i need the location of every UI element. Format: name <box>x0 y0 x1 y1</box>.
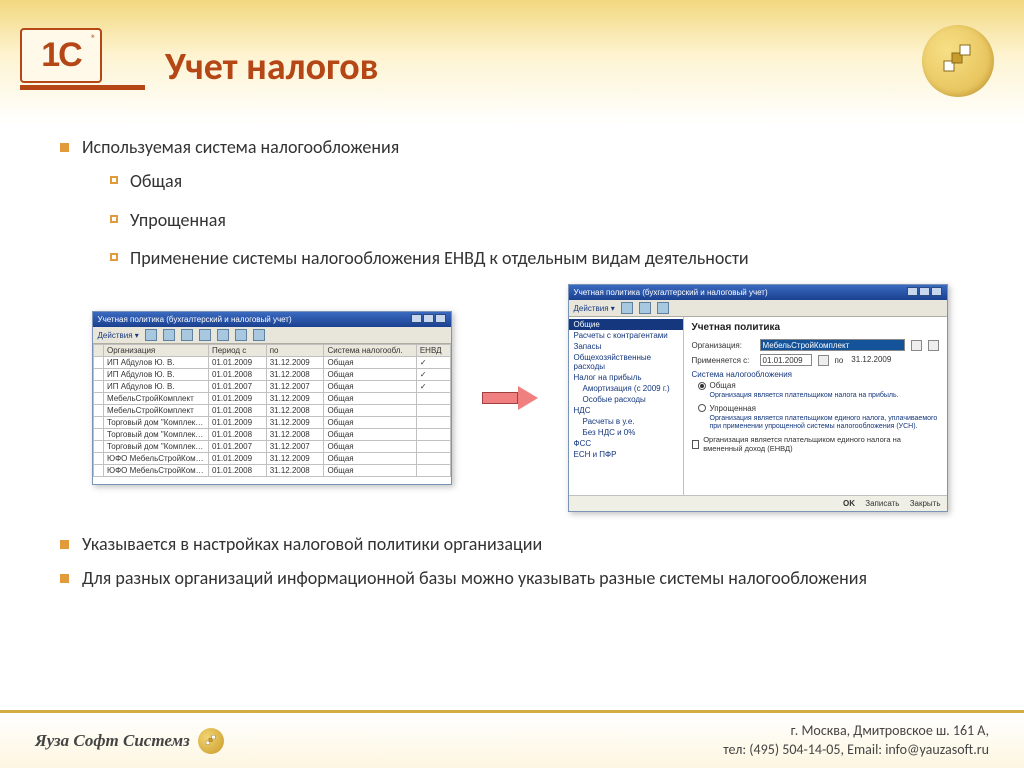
ok-button[interactable]: OK <box>843 499 855 508</box>
radio-label: Упрощенная <box>710 404 757 413</box>
toolbar-icon[interactable] <box>639 302 651 314</box>
policy-table[interactable]: Организация Период с по Система налогооб… <box>93 344 451 477</box>
window-body: Организация Период с по Система налогооб… <box>93 344 451 484</box>
table-row[interactable]: МебельСтройКомплект01.01.200831.12.2008О… <box>93 405 450 417</box>
window-title-bar: Учетная политика (бухгалтерский и налого… <box>569 285 947 300</box>
radio-label: Общая <box>710 381 736 390</box>
toolbar-icon[interactable] <box>235 329 247 341</box>
label-period: Применяется с: <box>692 356 754 365</box>
nav-item[interactable]: Расчеты с контрагентами <box>569 330 683 341</box>
nav-item[interactable]: НДС <box>569 405 683 416</box>
nav-item[interactable]: Общехозяйственные расходы <box>569 352 683 372</box>
toolbar-icon[interactable] <box>181 329 193 341</box>
slide-footer: Яуза Софт Системз г. Москва, Дмитровское… <box>0 710 1024 768</box>
form-panel: Учетная политика Организация: МебельСтро… <box>684 317 947 495</box>
checkbox-label: Организация является плательщиком единог… <box>703 435 938 453</box>
table-row[interactable]: ИП Абдулов Ю. В.01.01.200731.12.2007Обща… <box>93 381 450 393</box>
toolbar-icon[interactable] <box>145 329 157 341</box>
toolbar-icon[interactable] <box>199 329 211 341</box>
window-buttons[interactable] <box>410 314 446 325</box>
nav-item[interactable]: Амортизация (с 2009 г.) <box>569 383 683 394</box>
table-row[interactable]: МебельСтройКомплект01.01.200931.12.2009О… <box>93 393 450 405</box>
nav-item[interactable]: Запасы <box>569 341 683 352</box>
window-toolbar: Действия ▾ <box>93 327 451 344</box>
page-title: Учет налогов <box>165 44 378 90</box>
window-footer: OK Записать Закрыть <box>569 495 947 511</box>
select-icon[interactable] <box>928 340 939 351</box>
window-toolbar: Действия ▾ <box>569 300 947 317</box>
nav-item[interactable]: ЕСН и ПФР <box>569 449 683 460</box>
logo-1c: 1C <box>20 28 102 83</box>
footer-address: г. Москва, Дмитровское ш. 161 А, <box>723 722 989 741</box>
checkbox-envd[interactable]: Организация является плательщиком единог… <box>692 435 939 453</box>
nav-item-general[interactable]: Общие <box>569 319 683 330</box>
footer-phone-email: тел: (495) 504-14-05, Email: info@yauzas… <box>723 741 989 760</box>
nav-item[interactable]: Расчеты в у.е. <box>569 416 683 427</box>
label-to: по <box>835 356 844 365</box>
toolbar-icon[interactable] <box>217 329 229 341</box>
window-title-text: Учетная политика (бухгалтерский и налого… <box>574 288 768 297</box>
hint-general: Организация является плательщиком налога… <box>710 392 939 400</box>
close-button[interactable]: Закрыть <box>910 499 941 508</box>
window-title-bar: Учетная политика (бухгалтерский и налого… <box>93 312 451 327</box>
table-row[interactable]: ЮФО МебельСтройКомп…01.01.200831.12.2008… <box>93 465 450 477</box>
table-row[interactable]: ЮФО МебельСтройКомп…01.01.200931.12.2009… <box>93 453 450 465</box>
group-tax-system: Система налогообложения <box>692 370 939 379</box>
nav-item[interactable]: Без НДС и 0% <box>569 427 683 438</box>
dropdown-icon[interactable] <box>911 340 922 351</box>
nav-item[interactable]: Особые расходы <box>569 394 683 405</box>
actions-menu[interactable]: Действия ▾ <box>574 304 615 313</box>
window-body: Общие Расчеты с контрагентами Запасы Общ… <box>569 317 947 495</box>
radio-simplified[interactable]: Упрощенная <box>698 404 939 413</box>
nav-tree[interactable]: Общие Расчеты с контрагентами Запасы Общ… <box>569 317 684 495</box>
window-accounting-policy-form: Учетная политика (бухгалтерский и налого… <box>568 284 948 512</box>
form-heading: Учетная политика <box>692 322 939 333</box>
bullet-tax-system: Используемая система налогообложения Общ… <box>60 135 979 270</box>
footer-logo-icon <box>198 728 224 754</box>
bullet-text: Используемая система налогообложения <box>82 136 399 158</box>
bullet-different-orgs: Для разных организаций информационной ба… <box>60 566 979 590</box>
corner-decor-icon <box>922 25 994 97</box>
window-accounting-policy-list: Учетная политика (бухгалтерский и налого… <box>92 311 452 485</box>
col-org[interactable]: Организация <box>104 345 209 357</box>
nav-item[interactable]: ФСС <box>569 438 683 449</box>
slide-header: 1C Учет налогов <box>0 0 1024 125</box>
save-button[interactable]: Записать <box>865 499 899 508</box>
text-period-to: 31.12.2009 <box>849 354 901 366</box>
col-sys[interactable]: Система налогообл. <box>324 345 416 357</box>
toolbar-icon[interactable] <box>657 302 669 314</box>
col-to[interactable]: по <box>266 345 324 357</box>
hint-simplified: Организация является плательщиком единог… <box>710 415 939 432</box>
toolbar-icon[interactable] <box>253 329 265 341</box>
sub-bullet-general: Общая <box>110 169 979 193</box>
table-row[interactable]: Торговый дом "Комплек…01.01.200831.12.20… <box>93 429 450 441</box>
window-buttons[interactable] <box>906 287 942 298</box>
toolbar-icon[interactable] <box>621 302 633 314</box>
col-envd[interactable]: ЕНВД <box>416 345 450 357</box>
table-row[interactable]: Торговый дом "Комплек…01.01.200931.12.20… <box>93 417 450 429</box>
slide-content: Используемая система налогообложения Общ… <box>0 125 1024 591</box>
footer-contact: г. Москва, Дмитровское ш. 161 А, тел: (4… <box>723 722 989 760</box>
bullet-settings: Указывается в настройках налоговой полит… <box>60 532 979 556</box>
table-row[interactable]: ИП Абдулов Ю. В.01.01.200931.12.2009Обща… <box>93 357 450 369</box>
table-row[interactable]: ИП Абдулов Ю. В.01.01.200831.12.2008Обща… <box>93 369 450 381</box>
nav-item[interactable]: Налог на прибыль <box>569 372 683 383</box>
logo-underline <box>20 85 145 90</box>
col-from[interactable]: Период с <box>208 345 266 357</box>
arrow-icon <box>482 386 538 410</box>
actions-menu[interactable]: Действия ▾ <box>98 331 139 340</box>
sub-bullet-simplified: Упрощенная <box>110 208 979 232</box>
window-title-text: Учетная политика (бухгалтерский и налого… <box>98 315 292 324</box>
input-period-from[interactable]: 01.01.2009 <box>760 354 812 366</box>
label-org: Организация: <box>692 341 754 350</box>
screenshot-row: Учетная политика (бухгалтерский и налого… <box>60 284 979 512</box>
toolbar-icon[interactable] <box>163 329 175 341</box>
calendar-icon[interactable] <box>818 355 829 366</box>
input-org[interactable]: МебельСтройКомплект <box>760 339 905 351</box>
sub-bullet-envd: Применение системы налогообложения ЕНВД … <box>110 246 979 270</box>
footer-brand: Яуза Софт Системз <box>35 731 190 751</box>
logo-text: 1C <box>41 36 80 75</box>
table-row[interactable]: Торговый дом "Комплек…01.01.200731.12.20… <box>93 441 450 453</box>
radio-general[interactable]: Общая <box>698 381 939 390</box>
